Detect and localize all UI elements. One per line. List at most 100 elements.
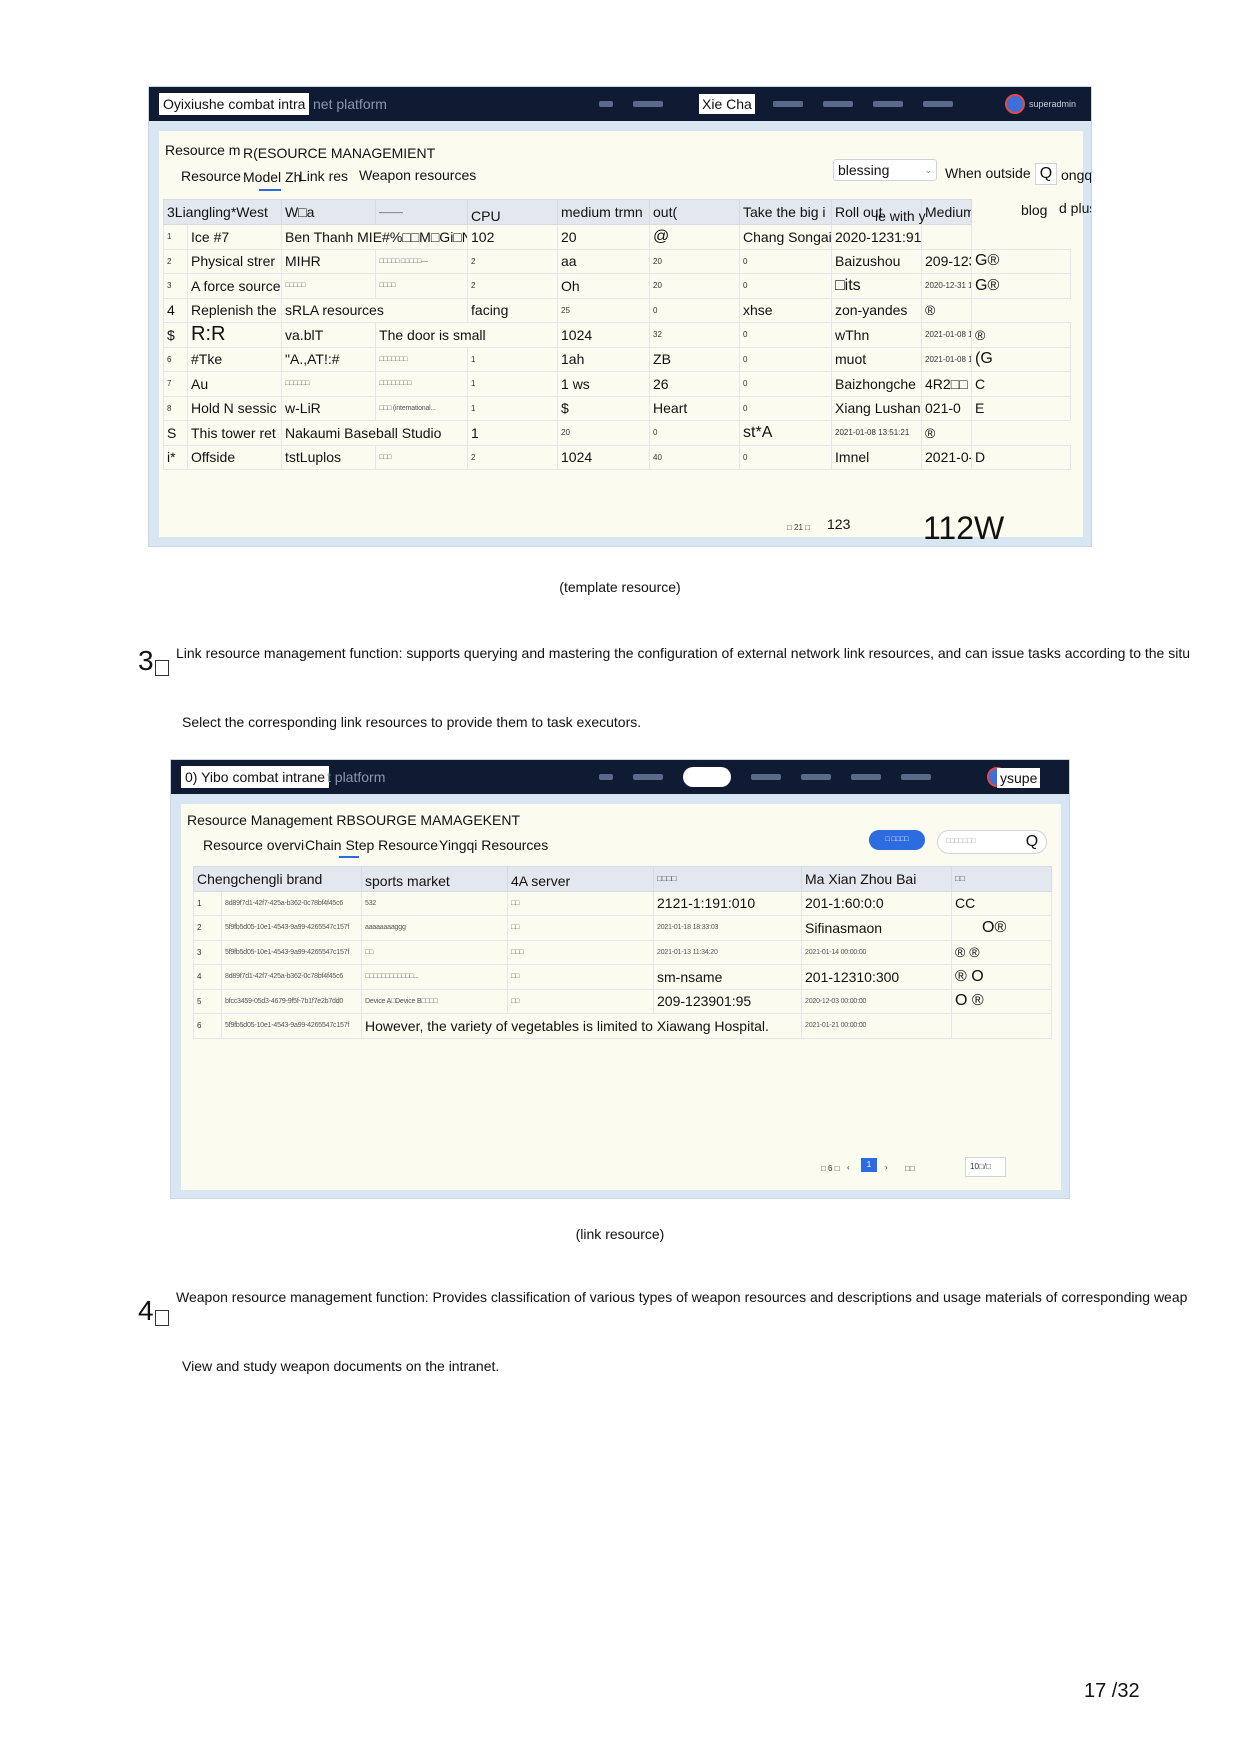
row-actions[interactable] <box>951 1013 1053 1039</box>
table-row[interactable]: 6 5f9fb5d05-10e1-4543-9a99-4265547c157f … <box>193 1013 1053 1039</box>
table-row[interactable]: 1 8d89f7d1-42f7-425a-b362-0c78bf4f45c6 5… <box>193 890 1053 916</box>
nav-item-4[interactable] <box>773 101 803 107</box>
pagination-goto: □□ <box>905 1164 915 1173</box>
cell: Heart <box>649 395 741 421</box>
row-actions[interactable]: D <box>971 444 1071 470</box>
table-row[interactable]: 7 Au □□□□□□ □□□□□□□□ 1 1 ws 26 0 Baizhon… <box>163 371 1071 397</box>
row-actions[interactable]: E <box>971 395 1071 421</box>
row-actions[interactable] <box>921 224 973 250</box>
cell: zon-yandes <box>831 297 923 323</box>
cell: 0 <box>739 248 833 274</box>
cell: 4R2□□ <box>921 371 973 397</box>
table-row[interactable]: 5 bfcc3459-05d3-4679-9f5f-7b1f7e2b7dd0 D… <box>193 988 1053 1014</box>
tab-weapon[interactable]: Weapon resources <box>359 166 476 184</box>
column-header: CPU <box>467 199 559 225</box>
user-name[interactable]: ysupe <box>997 768 1041 788</box>
table-row[interactable]: 1 Ice #7 Ben Thanh MIE#%□□M□Gi□NL 102 20… <box>163 224 1071 250</box>
row-actions[interactable]: (G <box>971 346 1071 372</box>
figure-caption: (link resource) <box>575 1226 665 1242</box>
chevron-right-icon[interactable]: › <box>885 1159 888 1177</box>
cell: □□□□□□□□ <box>375 371 469 397</box>
row-actions[interactable]: CC <box>951 890 1053 916</box>
active-tab-indicator <box>259 189 281 191</box>
row-actions[interactable]: ® <box>971 322 1071 348</box>
cell: □□□ (international... <box>375 395 469 421</box>
row-actions[interactable]: ® ® <box>951 939 1053 965</box>
table-row[interactable]: S This tower ret Nakaumi Baseball Studio… <box>163 420 1071 446</box>
nav-item-5[interactable] <box>823 101 853 107</box>
row-actions[interactable]: ® <box>921 420 973 446</box>
nav-item-7[interactable] <box>901 774 931 780</box>
cell: Oh <box>557 273 651 299</box>
table-row[interactable]: i* Offside tstLuplos □□□ 2 1024 40 0 Imn… <box>163 444 1071 470</box>
column-header: medium trmn <box>557 199 651 225</box>
user-avatar-icon[interactable] <box>1005 94 1025 114</box>
nav-item-home[interactable] <box>599 101 613 107</box>
nav-item-active[interactable] <box>683 767 731 787</box>
nav-item-4[interactable] <box>751 774 781 780</box>
cell: ZB <box>649 346 741 372</box>
cell: 2021-01-08 13:51:21 <box>831 420 923 446</box>
pagination-size[interactable]: 10□/□ <box>965 1157 1006 1177</box>
cell: □□ <box>507 915 655 941</box>
nav-menu <box>599 87 973 121</box>
cell: Baizushou <box>831 248 923 274</box>
row-actions[interactable]: G® <box>971 273 1071 299</box>
pagination-page[interactable]: 123 <box>827 515 850 533</box>
row-actions[interactable]: ® <box>921 297 973 323</box>
nav-item-1[interactable] <box>599 774 613 780</box>
cell: Physical strer <box>186 248 283 274</box>
cell: 1 <box>467 371 559 397</box>
row-actions[interactable]: C <box>971 371 1071 397</box>
add-resource-button[interactable]: □ □□□□ <box>869 830 925 850</box>
nav-item-6[interactable] <box>851 774 881 780</box>
nav-item-6[interactable] <box>873 101 903 107</box>
row-index: 2 <box>163 248 188 274</box>
table-row[interactable]: 8 Hold N sessic w-LiR □□□ (international… <box>163 395 1071 421</box>
cell: 1 ws <box>557 371 651 397</box>
content-panel: Resource m R(ESOURCE MANAGEMIENT Resourc… <box>159 131 1091 545</box>
tab-chain[interactable]: Chain Step Resources <box>305 836 446 854</box>
nav-item-2[interactable] <box>633 774 663 780</box>
pagination-size[interactable]: 112W <box>923 511 1004 545</box>
tab-yingqi[interactable]: Yingqi Resources <box>439 836 549 854</box>
row-actions[interactable]: O ® <box>951 988 1053 1014</box>
row-actions[interactable]: G® <box>971 248 1071 274</box>
search-placeholder: □□□□□□□ <box>946 838 976 845</box>
search-icon[interactable]: Q <box>1021 832 1043 854</box>
row-actions[interactable]: O® <box>951 915 1053 941</box>
cell: □□□□□□ <box>281 371 377 397</box>
table-row[interactable]: 2 Physical strer MIHR □□□□□ □□□□□— 2 aa … <box>163 248 1071 274</box>
table-row[interactable]: 3 5f9fb5d05-10e1-4543-9a99-4265547c157f … <box>193 939 1053 965</box>
category-select[interactable]: blessing ⌄ <box>833 159 937 181</box>
pagination-current[interactable]: 1 <box>861 1158 877 1172</box>
table-row[interactable]: 4 8d89f7d1-42f7-425a-b362-0c78bf4f45c6 □… <box>193 964 1053 990</box>
nav-item-2[interactable] <box>633 101 663 107</box>
chevron-left-icon[interactable]: ‹ <box>847 1159 850 1177</box>
table-header-row: 3Liangling*West W□a ——— CPU medium trmn … <box>162 199 1071 225</box>
cell: □□□□□ <box>281 273 377 299</box>
nav-item-5[interactable] <box>801 774 831 780</box>
row-actions[interactable]: ® O <box>951 964 1053 990</box>
row-index: 4 <box>193 964 222 990</box>
cell: 2021-0-1219:2 <box>921 444 973 470</box>
table-row[interactable]: 2 5f9fb5d05-10e1-4543-9a99-4265547c157f … <box>193 915 1053 941</box>
nav-item-7[interactable] <box>923 101 953 107</box>
tab-model[interactable]: Model Zh <box>243 168 301 186</box>
cell: xhse <box>739 297 833 323</box>
tab-resource[interactable]: Resource <box>181 167 241 185</box>
cell: □□□ <box>507 939 655 965</box>
user-name[interactable]: superadmin <box>1029 99 1076 109</box>
platform-title: 0) Yibo combat intrane <box>181 766 330 788</box>
link-resource-screenshot: 0) Yibo combat intrane t platform ysupe … <box>170 759 1070 1199</box>
search-icon[interactable]: Q <box>1035 163 1057 185</box>
table-row[interactable]: 3 A force source □□□□□ □□□□ 2 Oh 20 0 □i… <box>163 273 1071 299</box>
tab-overview[interactable]: Resource overvie <box>203 836 312 854</box>
cell: □□□□□□□ <box>375 346 469 372</box>
nav-item-active[interactable]: Xie Cha <box>699 94 755 114</box>
section-number: 3 <box>138 646 169 676</box>
table-row[interactable]: 4 Replenish the sRLA resources facing 25… <box>163 297 1071 323</box>
table-row[interactable]: 6 #Tke "A.,AT!:# □□□□□□□ 1 1ah ZB 0 muot… <box>163 346 1071 372</box>
table-row[interactable]: $ R:R va.blT The door is small 1024 32 0… <box>163 322 1071 348</box>
tab-link[interactable]: Link res <box>299 167 348 185</box>
